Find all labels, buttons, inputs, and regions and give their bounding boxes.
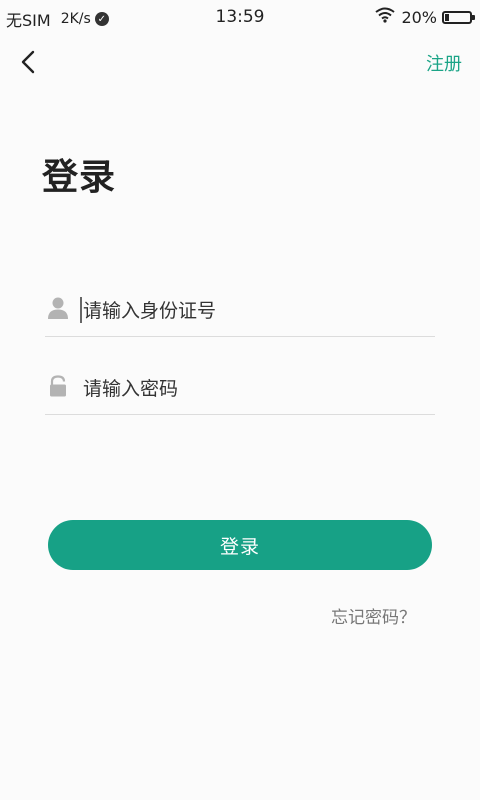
person-icon (47, 296, 69, 320)
status-bar: 无SIM 2K/s ✓ 13:59 20% (0, 0, 480, 34)
lock-icon (47, 374, 69, 398)
page-title: 登录 (42, 157, 117, 198)
password-input[interactable] (81, 370, 425, 408)
password-field (45, 362, 435, 415)
status-right: 20% (375, 7, 475, 27)
id-number-input[interactable] (81, 292, 425, 330)
wifi-icon (375, 7, 396, 27)
login-screen: 无SIM 2K/s ✓ 13:59 20% 注册 登录 请输入身份证号 登录 忘… (0, 0, 480, 800)
register-link[interactable]: 注册 (426, 50, 462, 76)
chevron-left-icon (21, 50, 35, 74)
battery-icon (442, 10, 475, 24)
login-button[interactable]: 登录 (48, 520, 432, 570)
id-number-field (45, 284, 435, 337)
forgot-password-link[interactable]: 忘记密码？ (331, 603, 416, 628)
back-button[interactable] (14, 46, 46, 78)
battery-percent: 20% (401, 7, 437, 27)
